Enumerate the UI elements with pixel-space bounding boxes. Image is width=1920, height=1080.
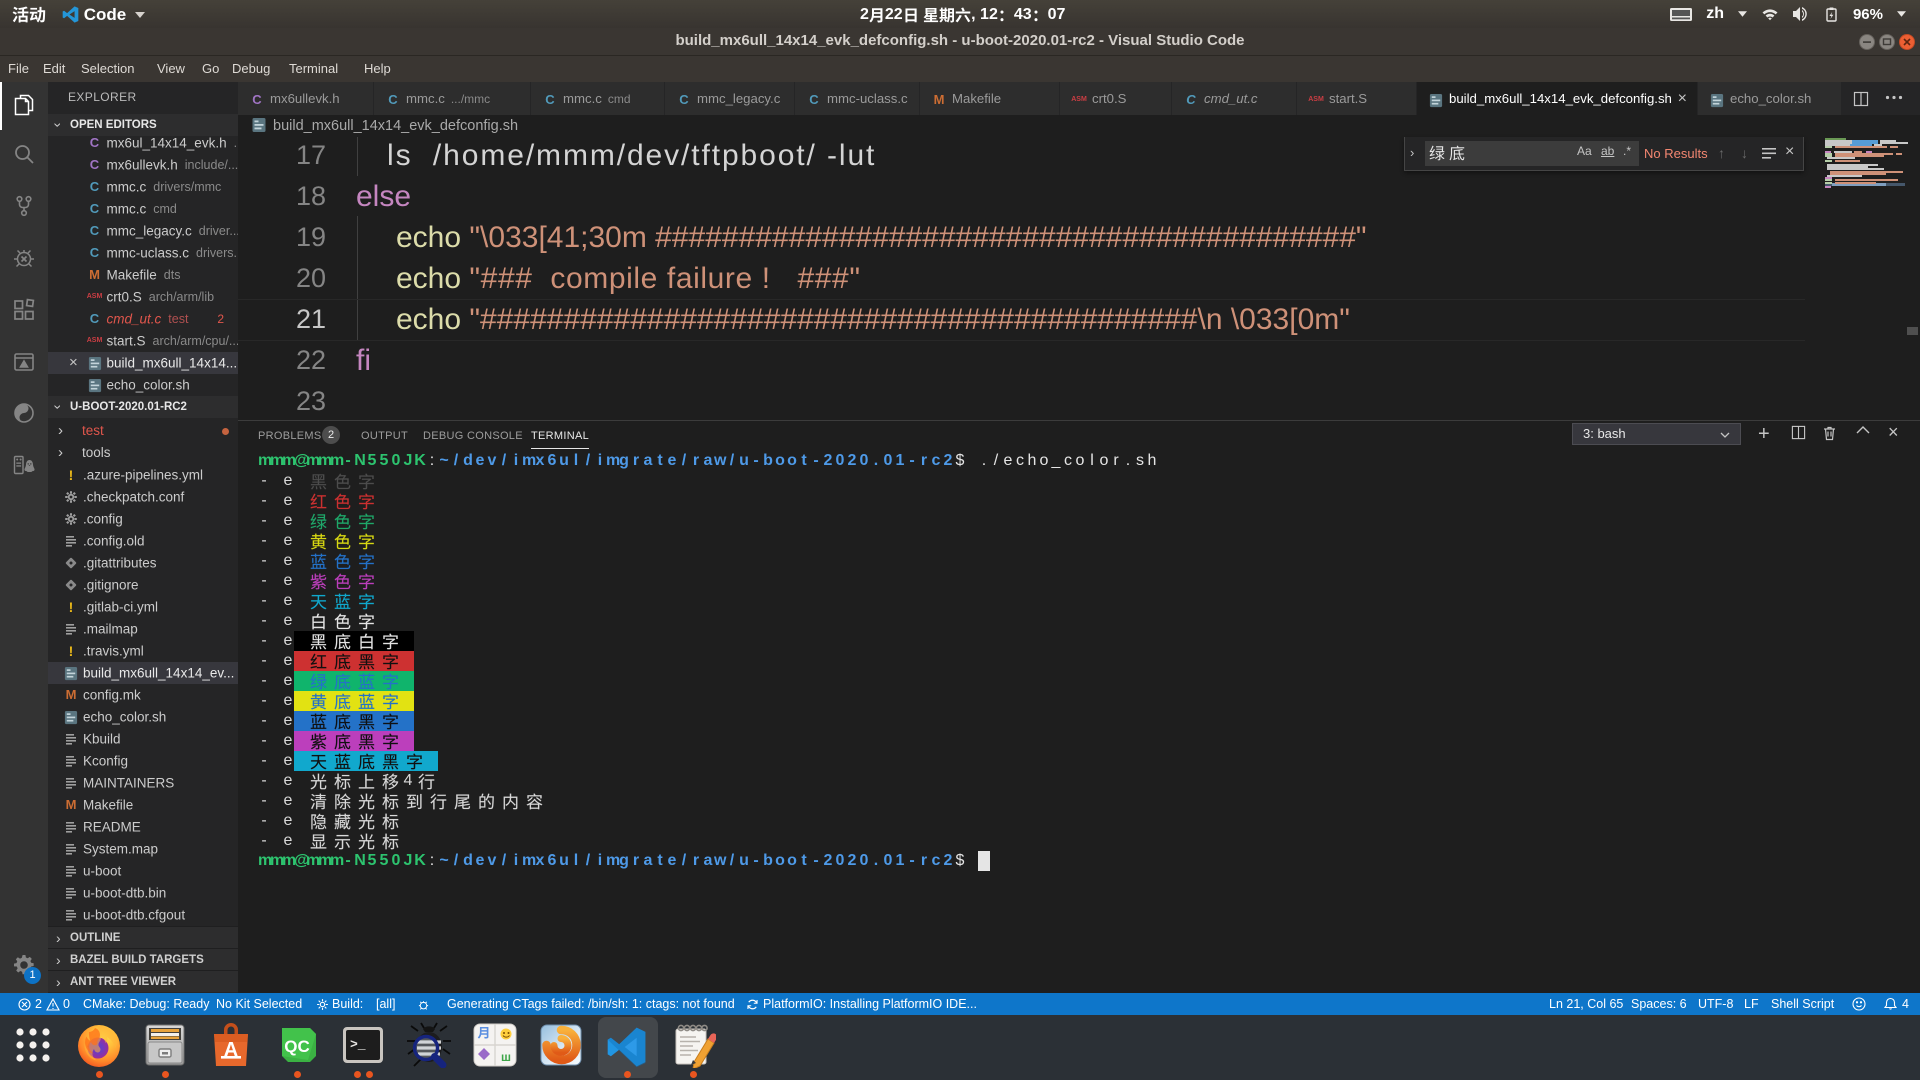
svg-text:ш: ш [501,1050,511,1064]
svg-text:>_: >_ [350,1037,366,1052]
svg-text:QC: QC [284,1037,310,1056]
